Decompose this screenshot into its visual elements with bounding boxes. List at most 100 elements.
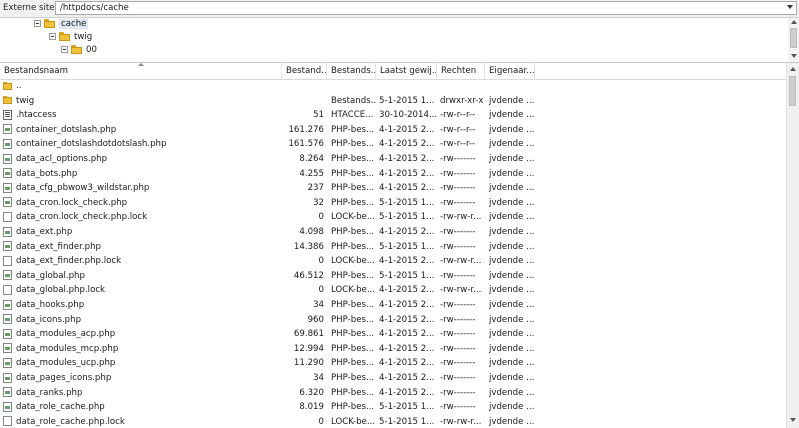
file-size: 8.264 xyxy=(299,154,324,164)
file-row[interactable]: container_dotslash.php 161.276 PHP-bes... 4… xyxy=(0,123,786,138)
file-modified: 4-1-2015 2... xyxy=(379,343,435,354)
scroll-up-icon[interactable] xyxy=(791,20,797,24)
column-header-filesize[interactable]: Bestand... xyxy=(282,63,327,79)
collapse-icon[interactable] xyxy=(34,20,41,27)
folder-icon xyxy=(3,95,12,105)
collapse-icon[interactable] xyxy=(49,33,56,40)
php-file-icon xyxy=(3,401,12,412)
file-row[interactable]: data_modules_ucp.php 11.290 PHP-bes... 4-1-… xyxy=(0,356,786,371)
file-name-text: data_modules_ucp.php xyxy=(16,358,116,369)
file-name-text: data_modules_acp.php xyxy=(16,329,116,340)
php-file-icon xyxy=(3,168,12,179)
file-list-scrollbar[interactable] xyxy=(786,63,799,428)
file-permissions: -rw------- xyxy=(440,300,476,310)
file-modified: 4-1-2015 2... xyxy=(379,256,435,267)
remote-site-path-combobox[interactable]: /httpdocs/cache xyxy=(55,1,797,15)
file-name-text: data_role_cache.php.lock xyxy=(16,416,125,427)
file-modified: 5-1-2015 1... xyxy=(379,402,435,413)
file-row[interactable]: data_modules_acp.php 69.861 PHP-bes... 4-1-… xyxy=(0,327,786,342)
file-name: data_pages_icons.php xyxy=(3,371,281,386)
file-owner: jvdende ... xyxy=(489,343,534,354)
file-type: PHP-bes... xyxy=(331,314,375,325)
file-permissions: -rw------- xyxy=(440,358,476,369)
file-row[interactable]: data_role_cache.php 8.019 PHP-bes... 5-1-20… xyxy=(0,400,786,415)
file-row[interactable]: data_ext_finder.php.lock 0 LOCK-be... 4-1-2… xyxy=(0,254,786,269)
file-row[interactable]: container_dotslashdotdotslash.php 161.576… xyxy=(0,137,786,152)
file-row[interactable]: data_cfg_pbwow3_wildstar.php 237 PHP-bes..… xyxy=(0,181,786,196)
file-permissions: -rw-r--r-- xyxy=(440,110,476,121)
file-owner: jvdende ... xyxy=(489,358,534,369)
file-size: 237 xyxy=(307,183,324,194)
file-row[interactable]: data_ext.php 4.098 PHP-bes... 4-1-2015 2...… xyxy=(0,225,786,240)
column-header-modified[interactable]: Laatst gewij... xyxy=(376,63,437,79)
file-icon xyxy=(3,284,12,295)
file-row[interactable]: data_bots.php 4.255 PHP-bes... 4-1-2015 2..… xyxy=(0,167,786,182)
file-modified: 4-1-2015 2... xyxy=(379,168,435,179)
file-row[interactable]: data_pages_icons.php 34 PHP-bes... 4-1-2015… xyxy=(0,371,786,386)
folder-icon xyxy=(59,32,70,41)
php-file-icon xyxy=(3,241,12,252)
file-name-text: container_dotslashdotdotslash.php xyxy=(16,139,167,150)
sort-ascending-icon xyxy=(138,63,144,66)
file-name-text: data_modules_mcp.php xyxy=(16,343,119,354)
file-permissions: -rw------- xyxy=(440,197,476,208)
php-file-icon xyxy=(3,299,12,310)
file-type: LOCK-be... xyxy=(331,416,376,427)
tree-node-twig[interactable]: twig xyxy=(49,31,92,44)
file-permissions: -rw-rw-r... xyxy=(440,416,482,427)
file-name: data_ext.php xyxy=(3,225,281,240)
file-name-text: data_acl_options.php xyxy=(16,154,108,164)
file-type: PHP-bes... xyxy=(331,373,375,383)
scroll-down-icon[interactable] xyxy=(790,418,796,422)
file-row[interactable]: data_cron.lock_check.php 32 PHP-bes... 5-1-… xyxy=(0,196,786,211)
file-type: PHP-bes... xyxy=(331,300,375,310)
file-list-scrollbar-thumb[interactable] xyxy=(789,76,796,106)
php-file-icon xyxy=(3,372,12,383)
file-row[interactable]: data_cron.lock_check.php.lock 0 LOCK-be...… xyxy=(0,210,786,225)
file-row[interactable]: data_ranks.php 6.320 PHP-bes... 4-1-2015 2.… xyxy=(0,386,786,401)
file-modified: 4-1-2015 2... xyxy=(379,300,435,310)
tree-scrollbar[interactable] xyxy=(788,18,799,62)
file-row[interactable]: .htaccess 51 HTACCE... 30-10-2014... -rw-r--… xyxy=(0,108,786,123)
file-row[interactable]: data_role_cache.php.lock 0 LOCK-be... 5-1-2… xyxy=(0,415,786,428)
file-name: data_acl_options.php xyxy=(3,152,281,167)
php-file-icon xyxy=(3,314,12,325)
file-modified: 30-10-2014... xyxy=(379,110,437,121)
scroll-down-icon[interactable] xyxy=(791,54,797,58)
tree-scrollbar-thumb[interactable] xyxy=(790,28,797,48)
file-row[interactable]: data_acl_options.php 8.264 PHP-bes... 4-1-2… xyxy=(0,152,786,167)
file-permissions: -rw------- xyxy=(440,402,476,413)
column-header-owner[interactable]: Eigenaar... xyxy=(485,63,535,79)
file-owner: jvdende ... xyxy=(489,402,534,413)
tree-node-cache[interactable]: cache xyxy=(34,18,89,31)
file-permissions: drwxr-xr-x xyxy=(440,95,484,106)
file-owner: jvdende ... xyxy=(489,373,534,383)
file-row[interactable]: data_modules_mcp.php 12.994 PHP-bes... 4-1-… xyxy=(0,342,786,357)
file-type: PHP-bes... xyxy=(331,124,375,135)
scroll-up-icon[interactable] xyxy=(790,67,796,71)
file-row[interactable]: data_ext_finder.php 14.386 PHP-bes... 5-1-2… xyxy=(0,240,786,255)
remote-directory-tree: cache twig 00 xyxy=(0,17,799,63)
file-name-text: data_cfg_pbwow3_wildstar.php xyxy=(16,183,150,194)
php-file-icon xyxy=(3,124,12,135)
column-header-permissions[interactable]: Rechten xyxy=(437,63,485,79)
file-name: data_ext_finder.php xyxy=(3,240,281,255)
file-name-text: container_dotslash.php xyxy=(16,124,117,135)
file-row[interactable]: data_hooks.php 34 PHP-bes... 4-1-2015 2... -… xyxy=(0,298,786,313)
file-row[interactable]: twig Bestands... 5-1-2015 1... drwxr-xr-x jv… xyxy=(0,94,786,109)
file-row[interactable]: data_global.php 46.512 PHP-bes... 5-1-2015 … xyxy=(0,269,786,284)
file-row[interactable]: .. xyxy=(0,79,786,94)
file-row[interactable]: data_global.php.lock 0 LOCK-be... 4-1-2015 … xyxy=(0,283,786,298)
column-header-filetype[interactable]: Bestands... xyxy=(327,63,376,79)
file-name: data_bots.php xyxy=(3,167,281,182)
collapse-icon[interactable] xyxy=(61,46,68,53)
file-modified: 5-1-2015 1... xyxy=(379,212,435,223)
file-type: LOCK-be... xyxy=(331,256,376,267)
file-type: PHP-bes... xyxy=(331,154,375,164)
file-row[interactable]: data_icons.php 960 PHP-bes... 4-1-2015 2...… xyxy=(0,313,786,328)
tree-node-00[interactable]: 00 xyxy=(61,44,97,57)
chevron-down-icon[interactable] xyxy=(787,5,793,9)
file-modified: 5-1-2015 1... xyxy=(379,95,435,106)
file-icon xyxy=(3,255,12,266)
file-name-text: data_ranks.php xyxy=(16,387,83,398)
